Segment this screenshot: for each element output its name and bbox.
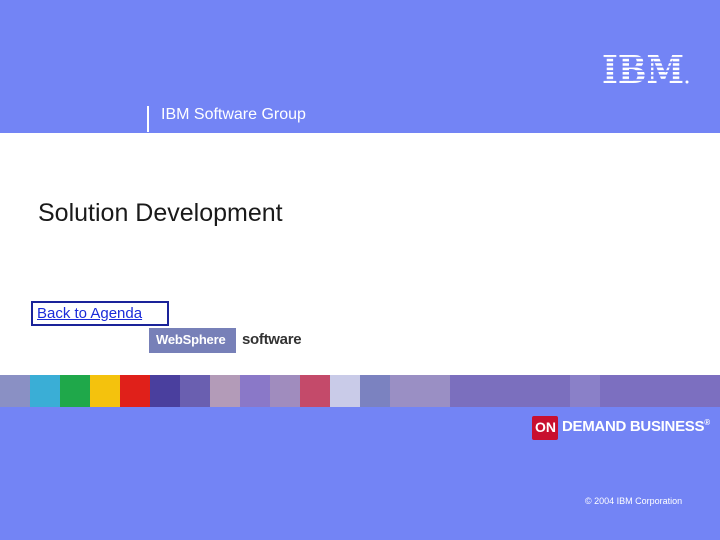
strip-tile	[600, 375, 720, 407]
ondemand-wordmark: DEMAND BUSINESS	[562, 418, 705, 435]
header-divider	[147, 106, 149, 132]
strip-tile	[570, 375, 600, 407]
copyright-text: © 2004 IBM Corporation	[585, 496, 683, 506]
strip-tile	[0, 375, 30, 407]
ondemand-registered-mark: ®	[704, 418, 710, 427]
group-label: IBM Software Group	[161, 106, 306, 123]
ondemand-text: DEMAND BUSINESS®	[562, 418, 710, 435]
slide-title: Solution Development	[38, 199, 283, 227]
strip-tile	[240, 375, 270, 407]
strip-tile	[270, 375, 300, 407]
websphere-brand: WebSphere	[156, 332, 226, 347]
strip-tile	[120, 375, 150, 407]
strip-tile	[330, 375, 360, 407]
svg-text:IBM: IBM	[602, 50, 684, 88]
back-to-agenda-link[interactable]: Back to Agenda	[31, 301, 169, 326]
strip-tile	[300, 375, 330, 407]
strip-tile	[30, 375, 60, 407]
ibm-logo-icon: IBM	[602, 50, 689, 88]
strip-tile	[390, 375, 450, 407]
strip-tile	[150, 375, 180, 407]
websphere-suffix: software	[242, 331, 302, 348]
strip-tile	[450, 375, 570, 407]
decorative-image-strip	[0, 375, 720, 407]
strip-tile	[210, 375, 240, 407]
ondemand-badge-text: ON	[535, 419, 556, 435]
strip-tile	[60, 375, 90, 407]
strip-tile	[90, 375, 120, 407]
strip-tile	[180, 375, 210, 407]
content-panel	[0, 133, 720, 375]
strip-tile	[360, 375, 390, 407]
